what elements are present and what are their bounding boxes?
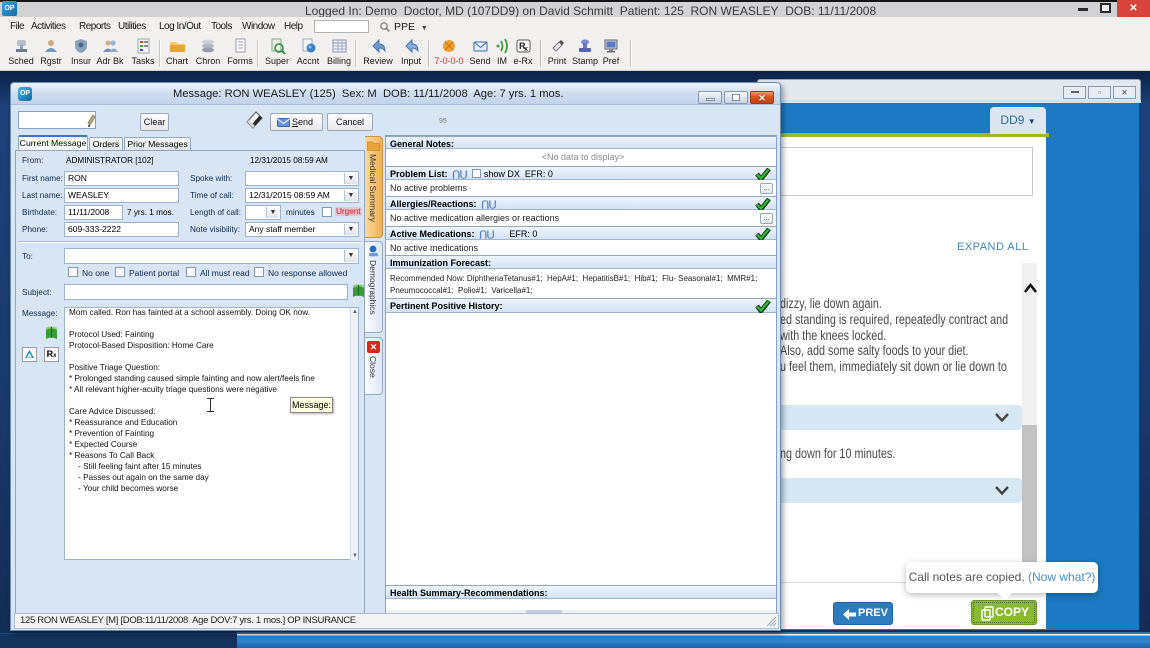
- svg-text:x: x: [524, 46, 528, 53]
